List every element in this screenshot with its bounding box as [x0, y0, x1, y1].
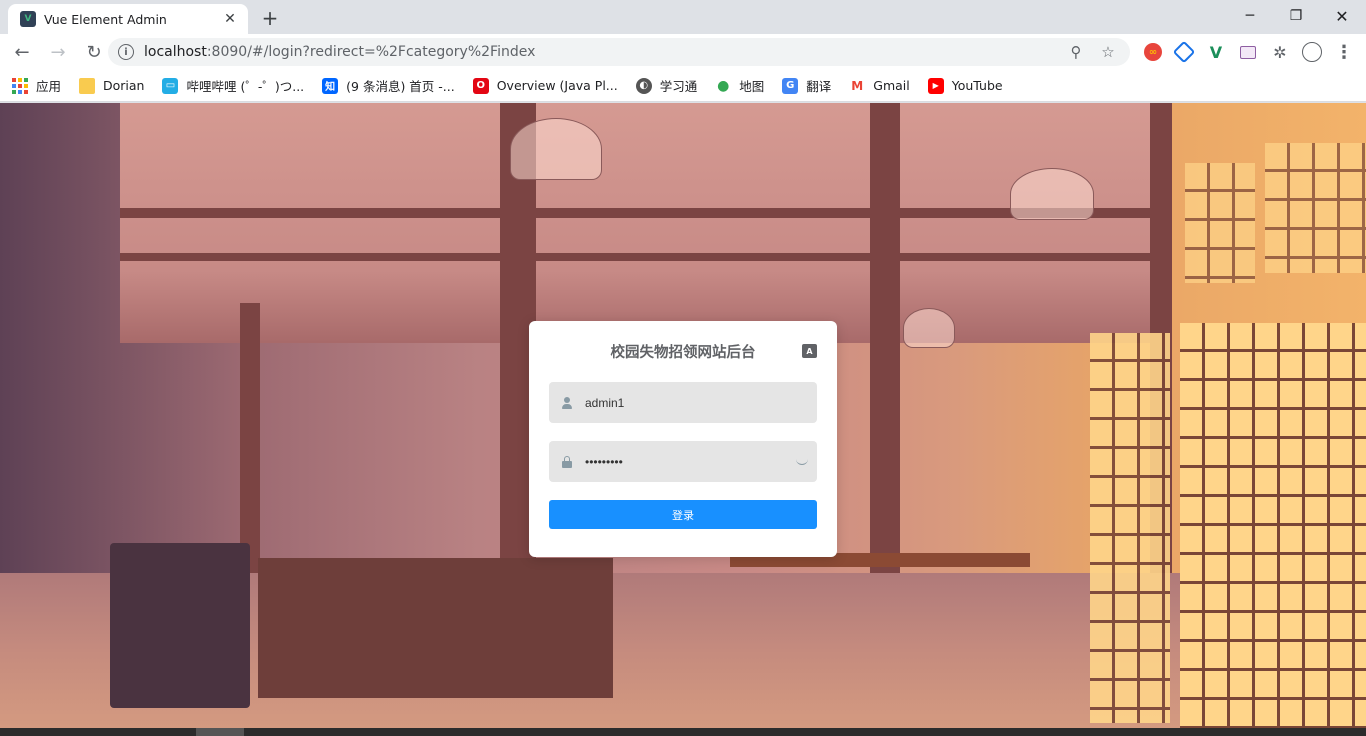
- shoji-window: [1180, 323, 1366, 728]
- taskbar-segment: [196, 728, 244, 736]
- oracle-icon: O: [472, 77, 489, 94]
- vue-devtools-icon: V: [1209, 42, 1223, 62]
- extension-vue-devtools-button[interactable]: V: [1204, 40, 1228, 64]
- forward-button[interactable]: →: [42, 36, 74, 68]
- extension-screenshot-button[interactable]: [1236, 40, 1260, 64]
- reload-button[interactable]: ↻: [78, 36, 110, 68]
- gmail-icon: M: [851, 78, 864, 93]
- url-text[interactable]: localhost:8090/#/login?redirect=%2Fcateg…: [144, 44, 1056, 60]
- extensions-puzzle-button[interactable]: ✲: [1268, 40, 1292, 64]
- browser-toolbar: ← → ↻ i localhost:8090/#/login?redirect=…: [0, 34, 1366, 70]
- bookmark-bilibili[interactable]: ▭ 哔哩哔哩 (゜-゜)つ...: [162, 76, 304, 95]
- taskbar-strip: [0, 728, 1366, 736]
- bilibili-icon: ▭: [162, 77, 179, 94]
- browser-menu-button[interactable]: ⋮: [1332, 40, 1356, 64]
- login-page-background: 校园失物招领网站后台 A 登录: [0, 103, 1366, 728]
- bookmark-apps[interactable]: 应用: [12, 76, 61, 95]
- bookmark-label: YouTube: [951, 78, 1003, 93]
- password-field: [549, 441, 817, 482]
- window-close-button[interactable]: ✕: [1320, 4, 1364, 28]
- pendant-lamp: [510, 118, 602, 180]
- address-bar[interactable]: i localhost:8090/#/login?redirect=%2Fcat…: [108, 38, 1130, 66]
- profile-avatar-button[interactable]: [1300, 40, 1324, 64]
- television: [110, 543, 250, 708]
- bookmark-dorian[interactable]: Dorian: [79, 77, 145, 94]
- tab-strip: V Vue Element Admin ✕ + ─ ❐ ✕: [0, 0, 1366, 34]
- upper-window: [1265, 143, 1366, 273]
- bookmark-translate[interactable]: G 翻译: [782, 76, 831, 95]
- browser-tab-active[interactable]: V Vue Element Admin ✕: [8, 4, 248, 34]
- username-input[interactable]: [585, 382, 817, 423]
- site-info-icon[interactable]: i: [118, 44, 134, 60]
- vue-favicon-icon: V: [20, 11, 36, 27]
- url-host: localhost: [144, 44, 207, 60]
- extension-infinity-button[interactable]: ∞: [1141, 40, 1165, 64]
- lock-icon: [549, 455, 585, 468]
- username-field: [549, 382, 817, 423]
- bookmark-java-overview[interactable]: O Overview (Java Pl...: [472, 77, 618, 94]
- cube-icon: [1172, 40, 1196, 64]
- zoom-icon[interactable]: ⚲: [1064, 43, 1088, 61]
- folder-icon: [79, 77, 96, 94]
- xuexitong-icon: ◐: [635, 77, 652, 94]
- translate-icon: G: [782, 77, 799, 94]
- login-title: 校园失物招领网站后台: [610, 344, 756, 361]
- bookmark-zhihu[interactable]: 知 (9 条消息) 首页 -...: [322, 76, 455, 95]
- window-minimize-button[interactable]: ─: [1228, 4, 1272, 28]
- login-button[interactable]: 登录: [549, 500, 817, 529]
- bookmark-label: 学习通: [659, 79, 698, 94]
- upper-window: [1185, 163, 1255, 283]
- bookmark-youtube[interactable]: ▶ YouTube: [927, 77, 1003, 94]
- bookmark-label: (9 条消息) 首页 -...: [346, 79, 455, 94]
- ceiling-illustration: [120, 103, 1170, 343]
- kebab-menu-icon: ⋮: [1335, 41, 1353, 63]
- url-path: :8090/#/login?redirect=%2Fcategory%2Find…: [206, 44, 536, 60]
- apps-grid-icon: [12, 77, 28, 94]
- bookmark-label: 应用: [36, 79, 62, 94]
- extension-cube-button[interactable]: [1172, 40, 1196, 64]
- bookmark-label: Gmail: [873, 78, 910, 93]
- back-button[interactable]: ←: [6, 36, 38, 68]
- bookmark-gmail[interactable]: M Gmail: [849, 78, 909, 94]
- bookmark-label: Overview (Java Pl...: [496, 78, 618, 93]
- bookmark-label: 地图: [739, 79, 765, 94]
- maps-icon: ●: [717, 77, 730, 94]
- tab-close-icon[interactable]: ✕: [220, 11, 240, 27]
- pendant-lamp: [903, 308, 955, 348]
- youtube-icon: ▶: [927, 77, 944, 94]
- bookmark-label: 翻译: [806, 79, 832, 94]
- language-switch-icon[interactable]: A: [802, 344, 817, 358]
- puzzle-icon: ✲: [1273, 42, 1287, 62]
- avatar-icon: [1302, 42, 1322, 62]
- wooden-pillar: [870, 103, 900, 583]
- bookmark-label: Dorian: [103, 78, 145, 93]
- tab-title: Vue Element Admin: [44, 11, 167, 27]
- user-icon: [549, 396, 585, 409]
- shoji-window: [1090, 333, 1170, 723]
- password-input[interactable]: [585, 441, 787, 482]
- new-tab-button[interactable]: +: [258, 6, 282, 30]
- bookmark-maps[interactable]: ● 地图: [715, 76, 764, 95]
- login-form: 校园失物招领网站后台 A 登录: [529, 321, 837, 557]
- zhihu-icon: 知: [322, 77, 339, 94]
- infinity-icon: ∞: [1144, 43, 1162, 61]
- bookmark-label: 哔哩哔哩 (゜-゜)つ...: [186, 79, 305, 94]
- bookmarks-bar: 应用 Dorian ▭ 哔哩哔哩 (゜-゜)つ... 知 (9 条消息) 首页 …: [0, 70, 1366, 102]
- ceiling-beam: [120, 253, 1170, 261]
- window-maximize-button[interactable]: ❐: [1274, 4, 1318, 28]
- pendant-lamp: [1010, 168, 1094, 220]
- kitchen-counter: [258, 558, 613, 698]
- screenshot-icon: [1240, 45, 1256, 59]
- eye-closed-icon[interactable]: [787, 459, 817, 465]
- bookmark-xuexitong[interactable]: ◐ 学习通: [635, 76, 698, 95]
- bookmark-star-icon[interactable]: ☆: [1096, 43, 1120, 61]
